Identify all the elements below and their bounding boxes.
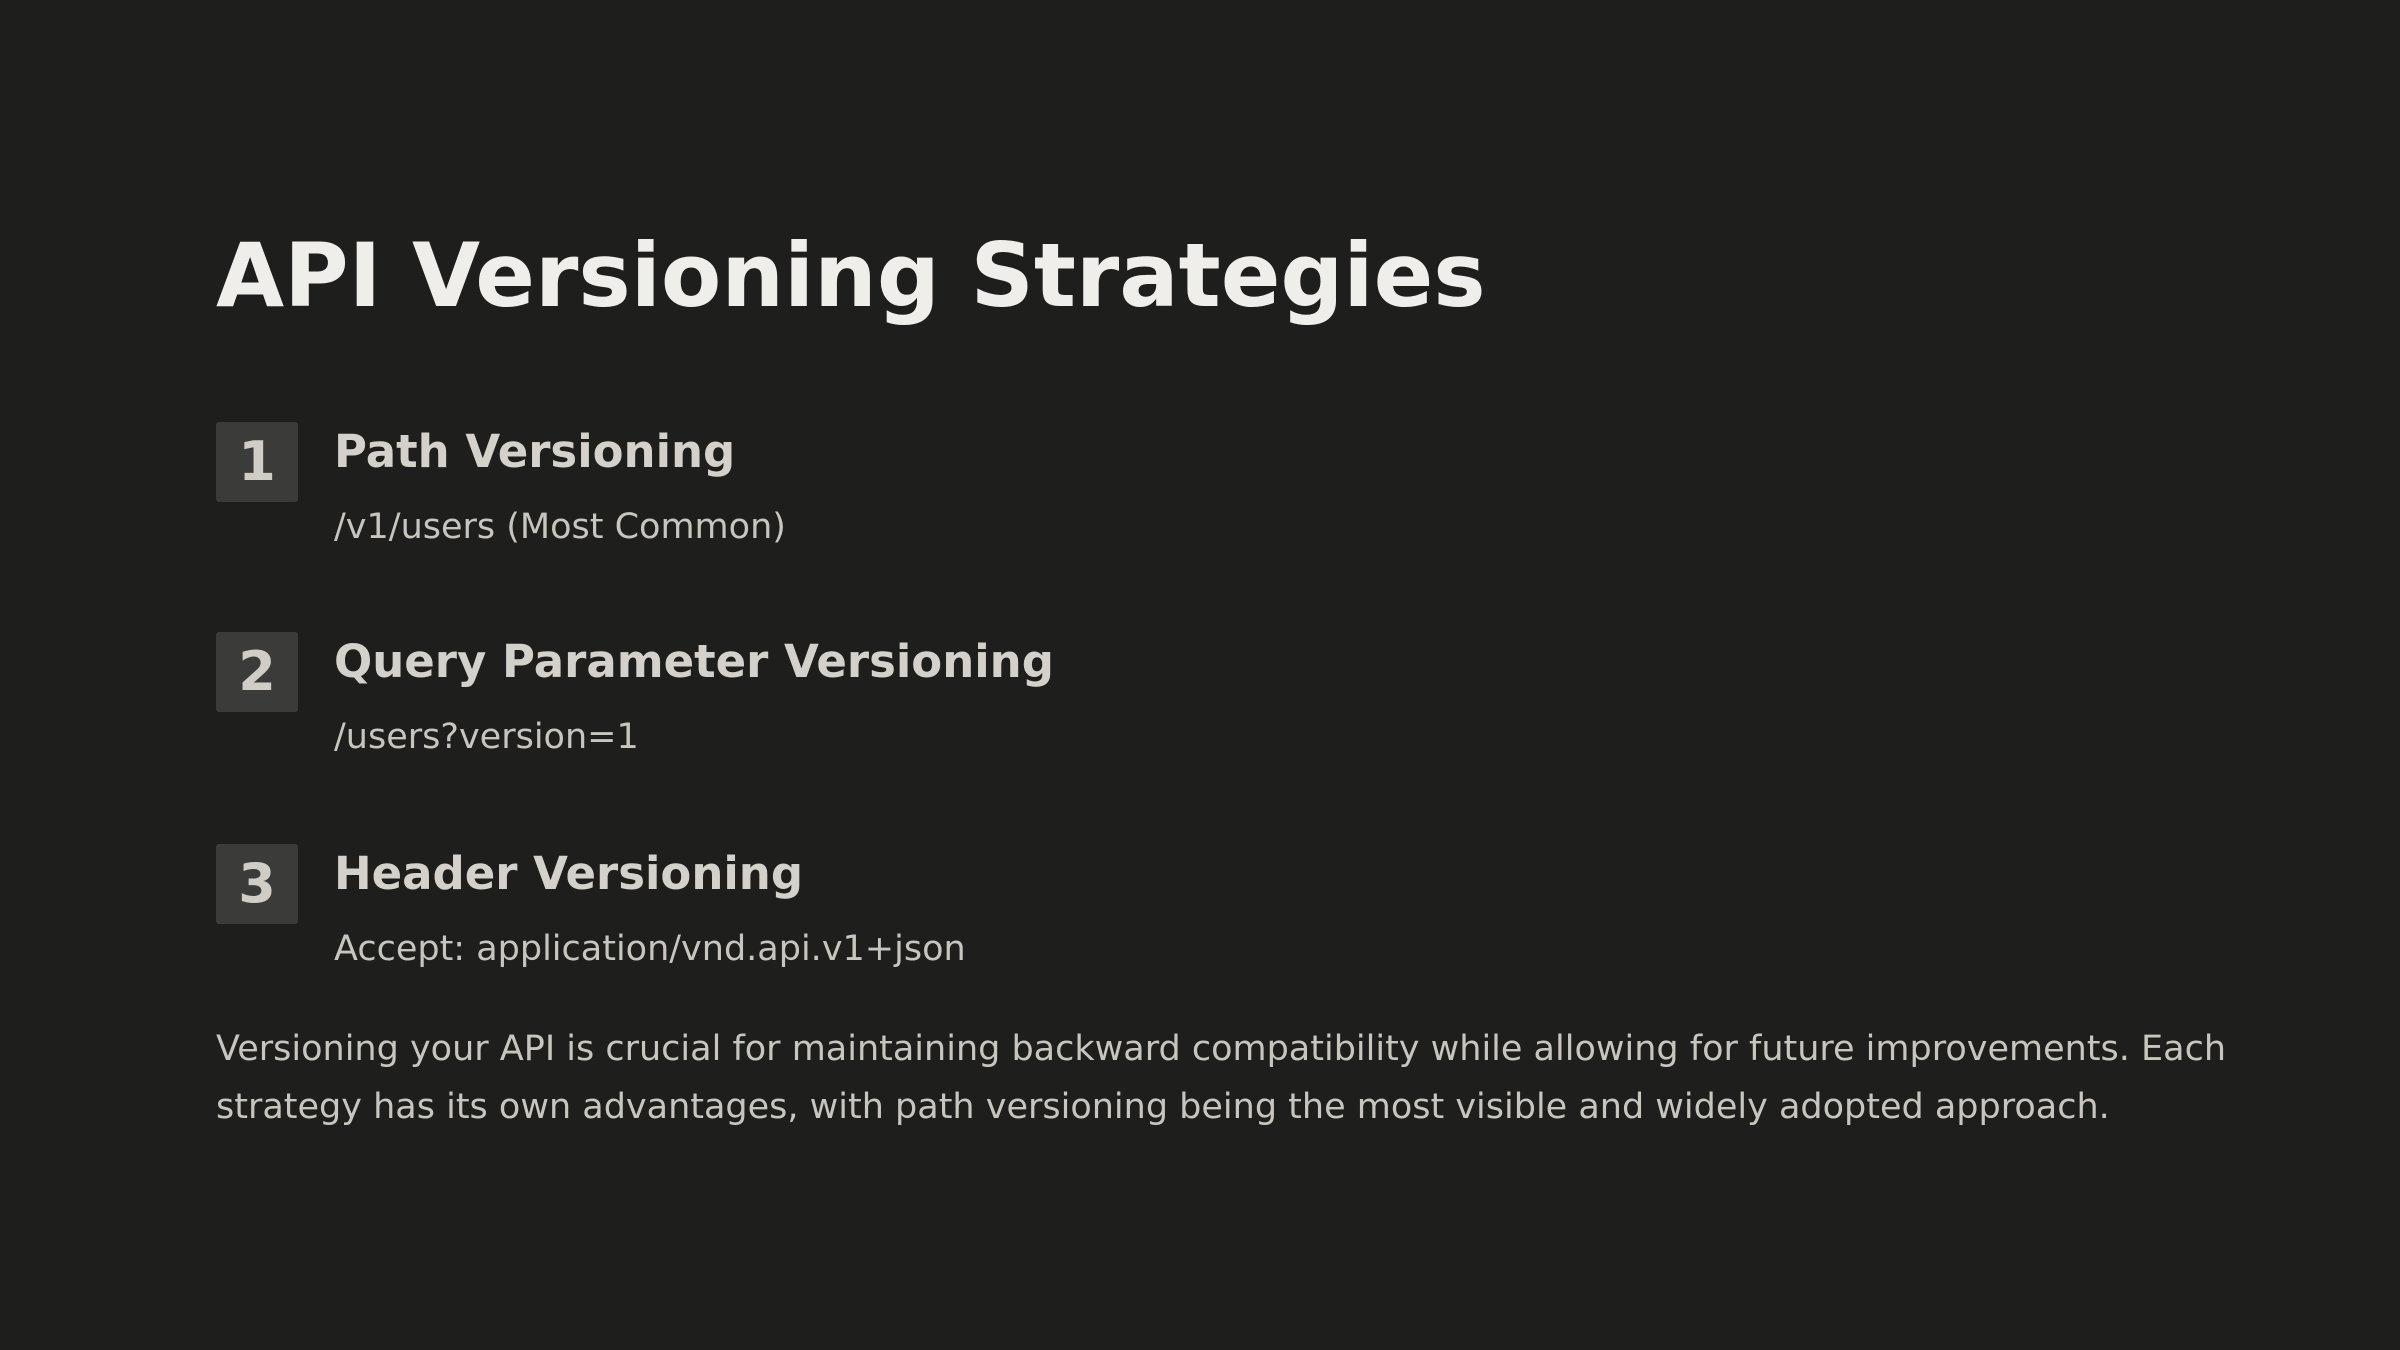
strategy-example: /v1/users (Most Common)	[334, 507, 786, 547]
strategy-heading: Path Versioning	[334, 425, 736, 478]
summary-paragraph: Versioning your API is crucial for maint…	[216, 1029, 2227, 1127]
number-badge: 2	[216, 632, 298, 712]
slide: API Versioning Strategies 1 Path Version…	[0, 0, 2400, 1350]
slide-title: API Versioning Strategies	[216, 224, 1486, 327]
strategy-example: Accept: application/vnd.api.v1+json	[334, 929, 966, 969]
strategy-item-header: 3 Header Versioning Accept: application/…	[216, 844, 2116, 1004]
strategy-item-query-parameter: 2 Query Parameter Versioning /users?vers…	[216, 632, 2116, 792]
strategy-heading: Header Versioning	[334, 847, 804, 900]
strategy-example: /users?version=1	[334, 717, 639, 757]
number-badge: 3	[216, 844, 298, 924]
number-badge: 1	[216, 422, 298, 502]
strategy-item-path: 1 Path Versioning /v1/users (Most Common…	[216, 422, 2116, 582]
strategy-heading: Query Parameter Versioning	[334, 635, 1054, 688]
